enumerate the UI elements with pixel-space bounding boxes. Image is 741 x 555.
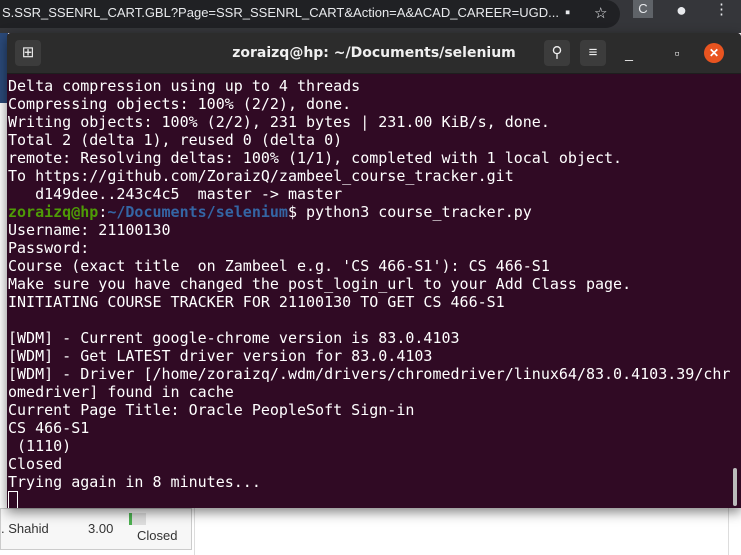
status-image-icon bbox=[129, 513, 146, 525]
divider bbox=[728, 508, 729, 555]
terminal-line: Total 2 (delta 1), reused 0 (delta 0) bbox=[8, 131, 343, 149]
search-icon[interactable]: ⚲ bbox=[544, 40, 570, 66]
profile-avatar-icon[interactable]: ● bbox=[676, 0, 687, 21]
terminal-line: omedriver] found in cache bbox=[8, 383, 234, 401]
hamburger-menu-icon[interactable]: ≡ bbox=[580, 40, 606, 66]
terminal-line: Closed bbox=[8, 455, 63, 473]
terminal-output[interactable]: Delta compression using up to 4 threads C… bbox=[8, 77, 733, 508]
terminal-line: Delta compression using up to 4 threads bbox=[8, 77, 361, 95]
terminal-line: (1110) bbox=[8, 437, 72, 455]
terminal-line: Compressing objects: 100% (2/2), done. bbox=[8, 95, 352, 113]
terminal-line: CS 466-S1 bbox=[8, 419, 90, 437]
terminal-window: ⊞ zoraizq@hp: ~/Documents/selenium ⚲ ≡ _… bbox=[7, 33, 741, 508]
terminal-line: [WDM] - Get LATEST driver version for 83… bbox=[8, 347, 433, 365]
terminal-line: d149dee..243c4c5 master -> master bbox=[8, 185, 343, 203]
terminal-line: remote: Resolving deltas: 100% (1/1), co… bbox=[8, 149, 623, 167]
prompt-command: python3 course_tracker.py bbox=[297, 203, 532, 221]
terminal-line: Password: bbox=[8, 239, 90, 257]
prompt-path: ~/Documents/selenium bbox=[107, 203, 288, 221]
minimize-icon[interactable]: _ bbox=[619, 43, 639, 63]
terminal-line: Username: 21100130 bbox=[8, 221, 171, 239]
terminal-titlebar[interactable]: ⊞ zoraizq@hp: ~/Documents/selenium ⚲ ≡ _… bbox=[7, 33, 741, 74]
terminal-line: INITIATING COURSE TRACKER FOR 21100130 T… bbox=[8, 293, 505, 311]
extension-button[interactable]: C bbox=[633, 0, 653, 18]
prompt-user: zoraizq@hp bbox=[8, 203, 99, 221]
close-icon[interactable]: ✕ bbox=[704, 43, 724, 63]
terminal-line: [WDM] - Current google-chrome version is… bbox=[8, 329, 460, 347]
terminal-line: [WDM] - Driver [/home/zoraizq/.wdm/drive… bbox=[8, 365, 731, 383]
terminal-line: Writing objects: 100% (2/2), 231 bytes |… bbox=[8, 113, 550, 131]
maximize-icon[interactable]: ▫ bbox=[667, 43, 687, 63]
instructor-cell: . Shahid bbox=[1, 521, 49, 536]
status-cell: Closed bbox=[137, 528, 178, 543]
bookmark-star-icon[interactable]: ☆ bbox=[594, 4, 607, 22]
blocked-popup-icon[interactable]: ▪ bbox=[565, 4, 570, 21]
divider bbox=[194, 508, 195, 555]
browser-toolbar: S.SSR_SSENRL_CART.GBL?Page=SSR_SSENRL_CA… bbox=[0, 0, 741, 33]
prompt-dollar: $ bbox=[287, 203, 297, 221]
scrollbar[interactable] bbox=[733, 468, 737, 506]
table-row: . Shahid 3.00 Closed bbox=[0, 508, 192, 550]
text-cursor bbox=[8, 491, 18, 508]
prompt-line: zoraizq@hp:~/Documents/selenium$ python3… bbox=[8, 203, 733, 221]
prompt-separator: : bbox=[98, 203, 108, 221]
terminal-line: Make sure you have changed the post_logi… bbox=[8, 275, 632, 293]
terminal-line: Current Page Title: Oracle PeopleSoft Si… bbox=[8, 401, 415, 419]
units-cell: 3.00 bbox=[88, 521, 114, 536]
address-bar[interactable]: S.SSR_SSENRL_CART.GBL?Page=SSR_SSENRL_CA… bbox=[0, 0, 620, 28]
chrome-menu-icon[interactable]: ⋮ bbox=[714, 0, 729, 18]
terminal-line: To https://github.com/ZoraizQ/zambeel_co… bbox=[8, 167, 514, 185]
terminal-line: Trying again in 8 minutes... bbox=[8, 473, 261, 491]
terminal-line: Course (exact title on Zambeel e.g. 'CS … bbox=[8, 257, 550, 275]
